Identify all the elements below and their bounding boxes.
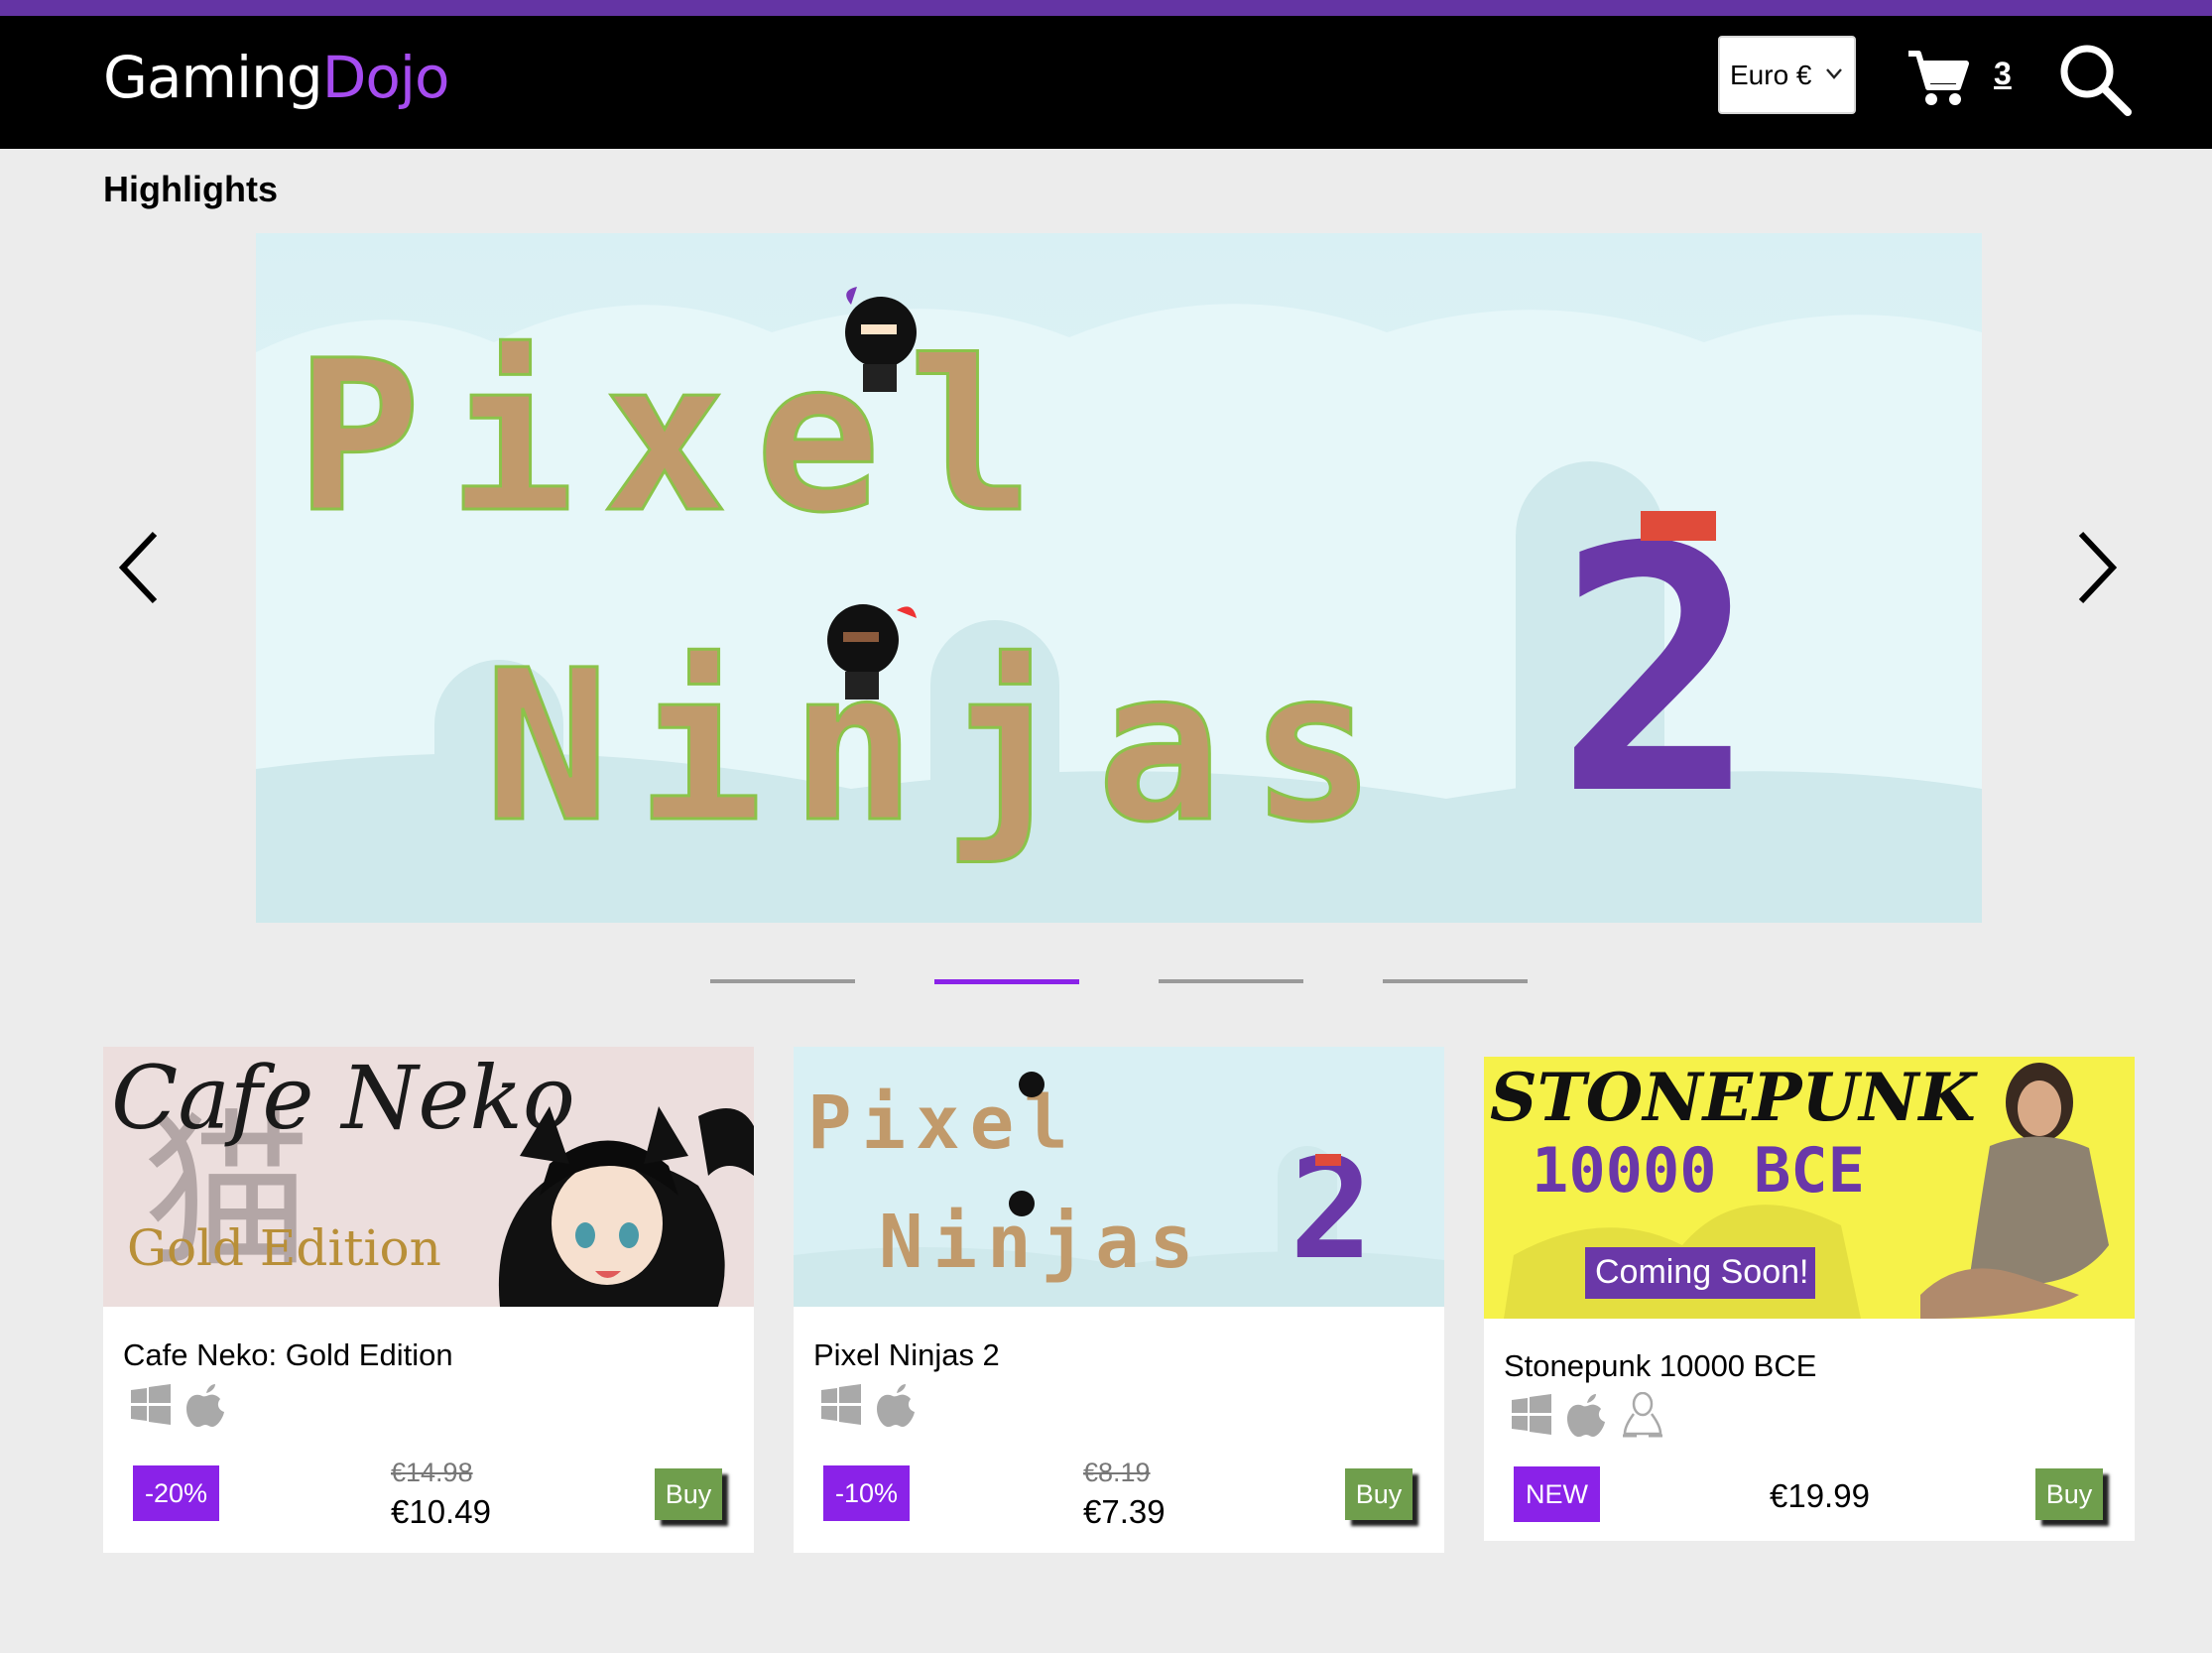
banner-title: STONEPUNK	[1490, 1059, 1978, 1136]
banner-title-line2: Ninjas	[879, 1200, 1203, 1285]
cart-icon[interactable]	[1906, 50, 1970, 107]
coming-soon-tag: Coming Soon!	[1595, 1253, 1808, 1291]
carousel-indicator-1[interactable]	[710, 979, 855, 983]
apple-icon	[186, 1384, 224, 1428]
buy-button[interactable]: Buy	[655, 1468, 722, 1520]
banner-red-block	[1315, 1154, 1341, 1166]
product-banner[interactable]: 猫 Cafe Neko Gold Edition	[103, 1047, 754, 1307]
site-logo[interactable]: GamingDojo	[103, 44, 450, 111]
buy-button[interactable]: Buy	[1345, 1468, 1413, 1520]
ninja-character-top	[1019, 1072, 1045, 1097]
product-banner[interactable]: Pixel Ninjas 2	[794, 1047, 1444, 1307]
platform-icons	[131, 1384, 224, 1428]
windows-icon	[131, 1384, 171, 1425]
site-header: GamingDojo Euro € 3	[0, 16, 2212, 149]
discount-badge: -10%	[823, 1465, 911, 1521]
original-price: €14.98	[391, 1458, 473, 1487]
product-card-cafe-neko[interactable]: 猫 Cafe Neko Gold Edition Cafe Neko: Gold…	[103, 1047, 754, 1553]
carousel-prev-arrow[interactable]	[115, 528, 165, 607]
search-icon[interactable]	[2057, 42, 2133, 117]
buy-button[interactable]: Buy	[2035, 1468, 2103, 1520]
slide-red-block	[1641, 511, 1716, 541]
product-banner[interactable]: STONEPUNK 10000 BCE Coming Soon!	[1484, 1057, 2135, 1319]
product-title[interactable]: Cafe Neko: Gold Edition	[123, 1337, 453, 1373]
banner-title: Cafe Neko	[111, 1047, 575, 1149]
carousel-indicator-3[interactable]	[1159, 979, 1303, 983]
original-price: €8.19	[1083, 1458, 1151, 1487]
banner-numeral: 2	[1290, 1129, 1373, 1291]
apple-icon	[1567, 1394, 1605, 1438]
slide-artwork: Pixel Ninjas 2	[256, 233, 1982, 923]
banner-subtitle: 10000 BCE	[1532, 1134, 1865, 1207]
current-price: €10.49	[391, 1493, 491, 1530]
logo-primary: Gaming	[103, 44, 323, 111]
linux-icon	[1623, 1392, 1662, 1438]
platform-icons	[1512, 1392, 1662, 1438]
windows-icon	[1512, 1394, 1551, 1435]
header-accent-stripe	[0, 0, 2212, 16]
discount-badge: -20%	[133, 1465, 220, 1521]
product-title[interactable]: Stonepunk 10000 BCE	[1504, 1348, 1816, 1384]
product-title[interactable]: Pixel Ninjas 2	[813, 1337, 1000, 1373]
product-card-pixel-ninjas-2[interactable]: Pixel Ninjas 2 Pixel Ninjas 2 -10% €8.19…	[794, 1047, 1444, 1553]
carousel-slide[interactable]: Pixel Ninjas 2	[256, 233, 1982, 923]
platform-icons	[821, 1384, 915, 1428]
carousel-indicator-4[interactable]	[1383, 979, 1528, 983]
current-price: €19.99	[1770, 1477, 1870, 1514]
current-price: €7.39	[1083, 1493, 1166, 1530]
windows-icon	[821, 1384, 861, 1425]
cart-count[interactable]: 3	[1994, 56, 2012, 92]
product-card-stonepunk[interactable]: STONEPUNK 10000 BCE Coming Soon! Stonepu…	[1484, 1057, 2135, 1541]
new-badge: NEW	[1514, 1466, 1600, 1522]
currency-selected-value: Euro €	[1730, 59, 1812, 90]
carousel-next-arrow[interactable]	[2071, 528, 2121, 607]
apple-icon	[877, 1384, 915, 1428]
slide-title-line2: Ninjas	[484, 625, 1404, 868]
carousel-indicator-2[interactable]	[934, 979, 1079, 984]
logo-accent: Dojo	[321, 44, 450, 111]
highlights-heading: Highlights	[103, 169, 278, 209]
chevron-down-icon	[1826, 68, 1842, 79]
slide-title-line1: Pixel	[296, 316, 1061, 559]
currency-select[interactable]: Euro €	[1718, 36, 1856, 114]
banner-subtitle: Gold Edition	[127, 1219, 441, 1277]
ninja-character-bottom	[1009, 1191, 1035, 1216]
